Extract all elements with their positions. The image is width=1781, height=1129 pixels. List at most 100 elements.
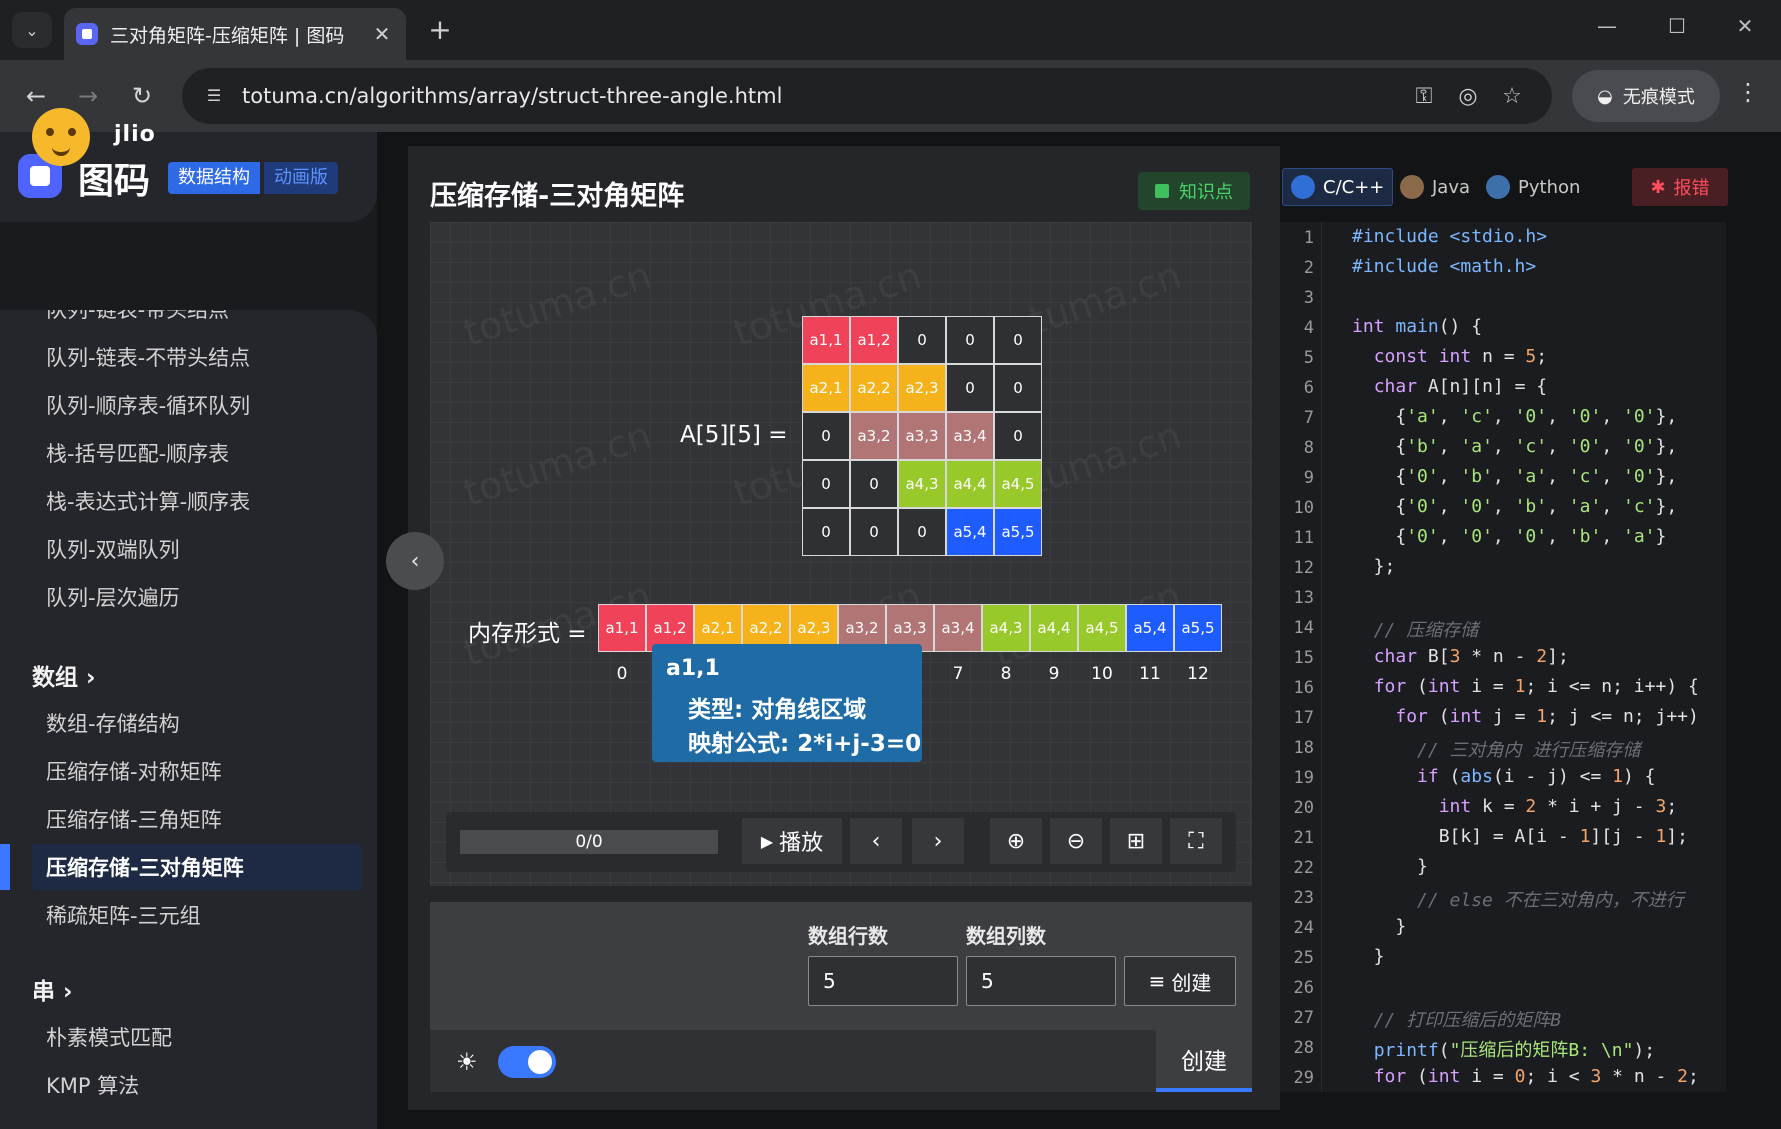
matrix-cell[interactable]: a5,5	[994, 508, 1042, 556]
brand-name[interactable]: 图码	[78, 152, 150, 204]
play-button[interactable]: ▶ 播放	[742, 818, 842, 864]
sidebar-item[interactable]: 稀疏矩阵-三元组	[46, 900, 201, 930]
window-close-icon[interactable]: ✕	[1730, 14, 1760, 38]
fullscreen-button[interactable]: ⛶	[1170, 818, 1222, 864]
tab-search-button[interactable]: ⌄	[12, 12, 52, 48]
collapse-sidebar-button[interactable]: ‹	[386, 532, 444, 590]
matrix-cell[interactable]: a3,3	[898, 412, 946, 460]
create-tab[interactable]: 创建	[1156, 1030, 1252, 1092]
matrix-cell[interactable]: 0	[850, 508, 898, 556]
back-icon[interactable]: ←	[18, 78, 54, 114]
matrix-cell[interactable]: 0	[850, 460, 898, 508]
lang-tab-cpp[interactable]: C/C++	[1282, 168, 1394, 206]
sidebar-item[interactable]: KMP 算法	[46, 1070, 139, 1100]
eye-off-icon[interactable]: ◎	[1446, 84, 1490, 109]
matrix-cell[interactable]: 0	[946, 364, 994, 412]
sidebar-group-array[interactable]: 数组 ›	[32, 658, 96, 692]
rows-input[interactable]	[808, 956, 958, 1006]
matrix-cell[interactable]: 0	[994, 412, 1042, 460]
sidebar-item[interactable]: 队列-层次遍历	[46, 582, 180, 612]
badge-animation[interactable]: 动画版	[264, 162, 338, 194]
zoom-in-button[interactable]: ⊕	[990, 818, 1042, 864]
matrix-cell[interactable]: 0	[898, 316, 946, 364]
lang-tab-java[interactable]: Java	[1392, 168, 1478, 206]
matrix-cell[interactable]: 0	[946, 316, 994, 364]
matrix-cell[interactable]: a1,2	[850, 316, 898, 364]
incognito-badge[interactable]: ◒ 无痕模式	[1572, 70, 1720, 122]
site-info-icon[interactable]: ☰	[200, 82, 228, 110]
sidebar-item[interactable]: 队列-顺序表-循环队列	[46, 390, 250, 420]
memory-cell[interactable]: a1,1	[598, 604, 646, 652]
minimize-icon[interactable]: —	[1592, 14, 1622, 38]
sidebar-item[interactable]: 数组-存储结构	[46, 708, 180, 738]
sidebar-item[interactable]: 队列-链表-带头结点	[46, 310, 229, 324]
sidebar-item[interactable]: 队列-双端队列	[46, 534, 180, 564]
more-menu-icon[interactable]: ⋮	[1734, 78, 1762, 106]
knowledge-label: 知识点	[1179, 182, 1233, 203]
incognito-icon: ◒	[1597, 85, 1613, 107]
code-editor[interactable]: 1 2 3 4 5 6 7 8 9 10 11 12 13 14 15 16 17 18 19 20 21 22 23 24 2…	[1280, 222, 1726, 1092]
prev-step-button[interactable]: ‹	[850, 818, 902, 864]
matrix-cell[interactable]: a1,1	[802, 316, 850, 364]
forward-icon[interactable]: →	[70, 78, 106, 114]
user-name[interactable]: jlio	[114, 122, 156, 147]
avatar[interactable]	[32, 108, 90, 166]
play-label: 播放	[779, 831, 824, 856]
memory-cell[interactable]: a5,4	[1126, 604, 1174, 652]
line-number: 2	[1303, 258, 1314, 278]
maximize-icon[interactable]: ☐	[1662, 14, 1692, 38]
matrix-cell[interactable]: a2,3	[898, 364, 946, 412]
knowledge-button[interactable]: 知识点	[1138, 172, 1250, 210]
memory-cell[interactable]: a4,5	[1078, 604, 1126, 652]
report-error-button[interactable]: ✱ 报错	[1632, 168, 1728, 206]
lang-tab-python[interactable]: Python	[1478, 168, 1588, 206]
sidebar-item[interactable]: 压缩存储-三角矩阵	[46, 804, 222, 834]
matrix-cell[interactable]: a5,4	[946, 508, 994, 556]
sidebar-group-string[interactable]: 串 ›	[32, 972, 73, 1006]
sidebar-item[interactable]: 压缩存储-三对角矩阵	[46, 852, 244, 882]
matrix-cell[interactable]: a4,5	[994, 460, 1042, 508]
code-line: for (int i = 1; i <= n; i++) {	[1373, 676, 1699, 697]
create-button[interactable]: ≡ 创建	[1124, 956, 1236, 1006]
address-bar[interactable]: ☰ totuma.cn/algorithms/array/struct-thre…	[182, 68, 1552, 124]
matrix-cell[interactable]: a2,1	[802, 364, 850, 412]
matrix-cell[interactable]: 0	[802, 460, 850, 508]
progress-bar[interactable]: 0/0	[460, 830, 718, 854]
memory-cell[interactable]: a4,4	[1030, 604, 1078, 652]
zoom-out-button[interactable]: ⊖	[1050, 818, 1102, 864]
matrix-cell[interactable]: a3,2	[850, 412, 898, 460]
fit-view-button[interactable]: ⊞	[1110, 818, 1162, 864]
matrix-cell[interactable]: a2,2	[850, 364, 898, 412]
browser-tab-strip: ⌄ 三对角矩阵-压缩矩阵 | 图码 ✕ + — ☐ ✕	[0, 0, 1781, 60]
close-icon[interactable]: ✕	[370, 22, 394, 46]
matrix-cell[interactable]: 0	[994, 316, 1042, 364]
matrix-cell[interactable]: a4,4	[946, 460, 994, 508]
memory-cell[interactable]: a4,3	[982, 604, 1030, 652]
memory-cell[interactable]: a3,4	[934, 604, 982, 652]
next-step-button[interactable]: ›	[912, 818, 964, 864]
incognito-label: 无痕模式	[1622, 87, 1695, 108]
url-text[interactable]: totuma.cn/algorithms/array/struct-three-…	[242, 84, 1402, 108]
sidebar-item[interactable]: 栈-括号匹配-顺序表	[46, 438, 229, 468]
matrix-cell[interactable]: 0	[994, 364, 1042, 412]
matrix-cell[interactable]: 0	[802, 412, 850, 460]
code-line: char A[n][n] = {	[1373, 376, 1548, 397]
matrix-cell[interactable]: a3,4	[946, 412, 994, 460]
memory-cell[interactable]: a5,5	[1174, 604, 1222, 652]
star-icon[interactable]: ☆	[1490, 84, 1534, 109]
key-icon[interactable]: ⚿	[1402, 84, 1446, 109]
sidebar-item[interactable]: 栈-表达式计算-顺序表	[46, 486, 250, 516]
badge-data-structure[interactable]: 数据结构	[168, 162, 260, 194]
sidebar-item[interactable]: 队列-链表-不带头结点	[46, 342, 250, 372]
matrix-cell[interactable]: a4,3	[898, 460, 946, 508]
sidebar-item[interactable]: 压缩存储-对称矩阵	[46, 756, 222, 786]
sidebar-item[interactable]: 朴素模式匹配	[46, 1022, 172, 1052]
new-tab-button[interactable]: +	[424, 12, 456, 48]
cols-input[interactable]	[966, 956, 1116, 1006]
matrix-cell[interactable]: 0	[898, 508, 946, 556]
reload-icon[interactable]: ↻	[124, 78, 160, 114]
code-line: for (int j = 1; j <= n; j++)	[1395, 706, 1699, 727]
browser-tab[interactable]: 三对角矩阵-压缩矩阵 | 图码 ✕	[64, 8, 406, 60]
theme-toggle[interactable]	[498, 1046, 556, 1078]
matrix-cell[interactable]: 0	[802, 508, 850, 556]
